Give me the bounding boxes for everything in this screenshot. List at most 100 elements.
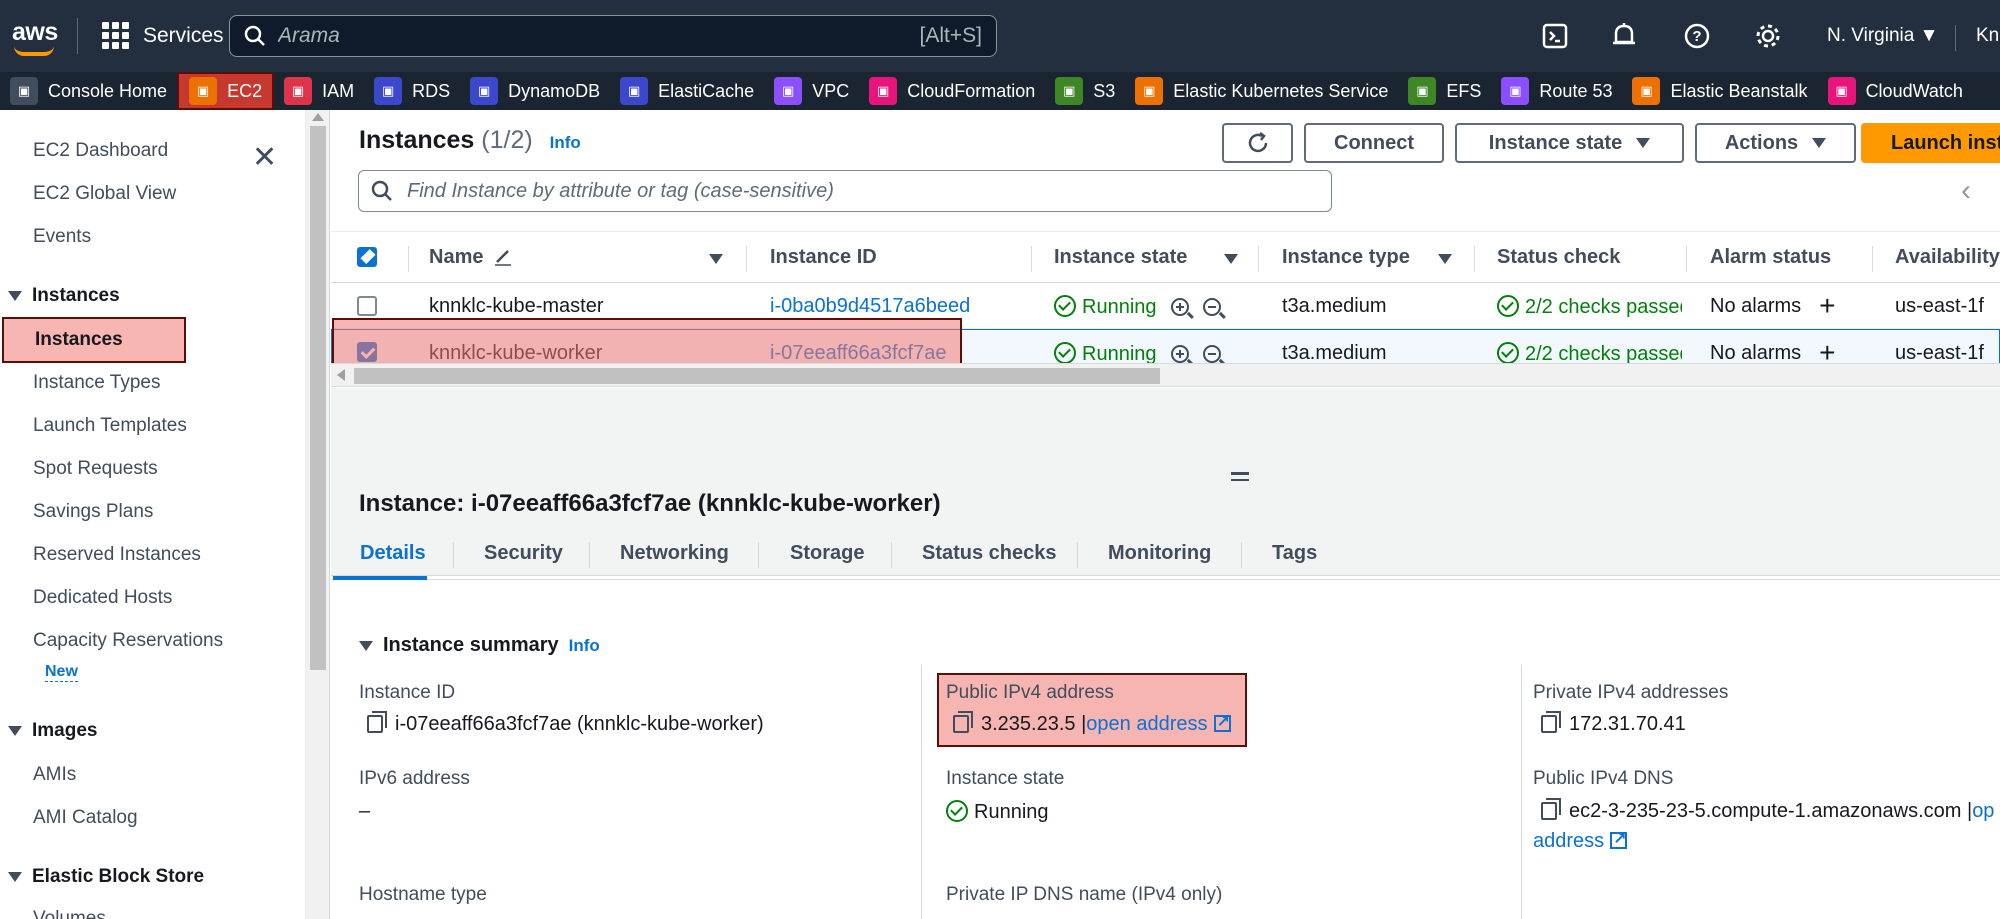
sort-icon[interactable] (1438, 254, 1452, 264)
tab-storage[interactable]: Storage (790, 542, 864, 565)
tab-status-checks[interactable]: Status checks (922, 542, 1057, 565)
close-sidebar-icon[interactable]: ✕ (252, 140, 277, 175)
tab-security[interactable]: Security (484, 542, 563, 565)
instance-summary-header[interactable]: Instance summary Info (359, 634, 600, 657)
favorite-label: Console Home (48, 80, 168, 101)
favorite-s3[interactable]: ▣ S3 (1045, 72, 1125, 110)
select-all-checkbox[interactable] (357, 247, 377, 267)
external-link-icon[interactable] (1213, 712, 1231, 732)
efs-icon: ▣ (1408, 77, 1437, 105)
favorite-route53[interactable]: ▣ Route 53 (1491, 72, 1622, 110)
tab-tags[interactable]: Tags (1272, 542, 1317, 565)
favorite-efs[interactable]: ▣ EFS (1398, 72, 1491, 110)
tab-networking[interactable]: Networking (620, 542, 729, 565)
instance-id-link[interactable]: i-0ba0b9d4517a6beed (770, 295, 970, 318)
help-icon[interactable]: ? (1681, 20, 1713, 52)
instance-name: knnklc-kube-master (429, 295, 604, 317)
open-address-link[interactable]: open address (1086, 713, 1207, 735)
info-link[interactable]: Info (550, 133, 581, 152)
copy-icon[interactable] (1541, 711, 1561, 733)
zoom-in-icon[interactable] (1170, 345, 1189, 363)
availability-zone: us-east-1f (1895, 295, 1984, 317)
sidebar-section-instances[interactable]: Instances (8, 285, 120, 307)
sidebar-item-ami-catalog[interactable]: AMI Catalog (33, 807, 138, 829)
column-header-availability-zone[interactable]: Availability Zone (1895, 246, 2000, 269)
sort-icon[interactable] (709, 254, 723, 264)
sidebar-item-amis[interactable]: AMIs (33, 764, 76, 786)
favorite-console-home[interactable]: ▣ Console Home (0, 72, 177, 110)
tab-monitoring[interactable]: Monitoring (1108, 542, 1211, 565)
sidebar-item-reserved-instances[interactable]: Reserved Instances (33, 544, 201, 566)
services-menu-button[interactable]: Services (102, 22, 224, 49)
favorite-ec2[interactable]: ▣ EC2 (177, 72, 275, 110)
column-header-instance-id[interactable]: Instance ID (770, 246, 877, 269)
sidebar-item-dedicated-hosts[interactable]: Dedicated Hosts (33, 587, 172, 609)
row-checkbox[interactable] (357, 296, 377, 316)
zoom-out-icon[interactable] (1202, 345, 1221, 363)
tab-details[interactable]: Details (360, 542, 426, 565)
instance-filter-input[interactable] (407, 179, 1319, 203)
favorite-beanstalk[interactable]: ▣ Elastic Beanstalk (1622, 72, 1817, 110)
account-menu[interactable]: Kn (1955, 25, 1999, 51)
sort-icon[interactable] (1224, 254, 1238, 264)
launch-instances-button[interactable]: Launch instances (1861, 123, 2000, 163)
column-header-name[interactable]: Name (429, 246, 513, 269)
sidebar-item-launch-templates[interactable]: Launch Templates (33, 415, 187, 437)
sidebar-item-volumes[interactable]: Volumes (33, 908, 106, 919)
zoom-in-icon[interactable] (1170, 298, 1189, 316)
sidebar-scrollbar[interactable] (306, 110, 330, 919)
sidebar-item-instances[interactable]: Instances (2, 317, 186, 363)
column-header-alarm-status[interactable]: Alarm status (1710, 246, 1831, 269)
refresh-button[interactable] (1222, 123, 1293, 163)
notifications-bell-icon[interactable] (1608, 20, 1640, 52)
public-dns-open-address[interactable]: address (1533, 829, 1628, 853)
copy-icon[interactable] (953, 711, 973, 733)
private-ip-text: 172.31.70.41 (1569, 713, 1686, 735)
panel-resize-handle[interactable] (1231, 472, 1249, 485)
vpc-icon: ▣ (774, 77, 803, 105)
zoom-out-icon[interactable] (1202, 298, 1221, 316)
sidebar-item-events[interactable]: Events (33, 226, 91, 248)
add-alarm-icon[interactable]: + (1819, 290, 1835, 321)
beanstalk-icon: ▣ (1632, 77, 1661, 105)
table-horizontal-scrollbar[interactable] (331, 363, 2000, 387)
favorite-dynamodb[interactable]: ▣ DynamoDB (460, 72, 610, 110)
aws-logo[interactable]: aws (12, 18, 58, 56)
ipv6-value: – (359, 800, 371, 822)
previous-page-icon[interactable]: ‹ (1961, 174, 1971, 208)
cloudshell-icon[interactable] (1539, 20, 1571, 52)
instance-filter-box[interactable] (358, 170, 1332, 212)
edit-pencil-icon[interactable] (493, 246, 513, 266)
favorite-elasticache[interactable]: ▣ ElastiCache (610, 72, 764, 110)
sidebar-section-images[interactable]: Images (8, 720, 97, 742)
open-address-link[interactable]: op (1972, 800, 1994, 822)
connect-button[interactable]: Connect (1304, 123, 1444, 163)
sidebar-section-elastic-block-store[interactable]: Elastic Block Store (8, 866, 204, 888)
sidebar-item-ec2-dashboard[interactable]: EC2 Dashboard (33, 140, 168, 162)
favorite-vpc[interactable]: ▣ VPC (764, 72, 859, 110)
sidebar-item-instance-types[interactable]: Instance Types (33, 372, 160, 394)
copy-icon[interactable] (367, 711, 387, 733)
favorite-iam[interactable]: ▣ IAM (274, 72, 364, 110)
global-search-input[interactable] (278, 24, 920, 48)
instance-state-dropdown[interactable]: Instance state (1455, 123, 1684, 163)
sidebar-item-capacity-reservations[interactable]: Capacity Reservations (33, 630, 223, 652)
column-header-instance-type[interactable]: Instance type (1282, 246, 1410, 269)
favorite-eks[interactable]: ▣ Elastic Kubernetes Service (1125, 72, 1398, 110)
sidebar-item-spot-requests[interactable]: Spot Requests (33, 458, 158, 480)
global-search-box[interactable]: [Alt+S] (229, 15, 997, 57)
info-link[interactable]: Info (569, 636, 600, 656)
favorite-cloudformation[interactable]: ▣ CloudFormation (859, 72, 1045, 110)
favorite-cloudwatch[interactable]: ▣ CloudWatch (1818, 72, 1973, 110)
favorite-label: DynamoDB (508, 80, 601, 101)
column-header-status-check[interactable]: Status check (1497, 246, 1620, 269)
column-header-instance-state[interactable]: Instance state (1054, 246, 1187, 269)
favorite-rds[interactable]: ▣ RDS (364, 72, 460, 110)
actions-dropdown[interactable]: Actions (1695, 123, 1856, 163)
svg-text:?: ? (1692, 28, 1701, 45)
region-selector[interactable]: N. Virginia ▼ (1827, 25, 1938, 47)
sidebar-item-ec2-global-view[interactable]: EC2 Global View (33, 183, 176, 205)
settings-gear-icon[interactable] (1752, 20, 1784, 52)
sidebar-item-savings-plans[interactable]: Savings Plans (33, 501, 153, 523)
copy-icon[interactable] (1541, 798, 1561, 820)
